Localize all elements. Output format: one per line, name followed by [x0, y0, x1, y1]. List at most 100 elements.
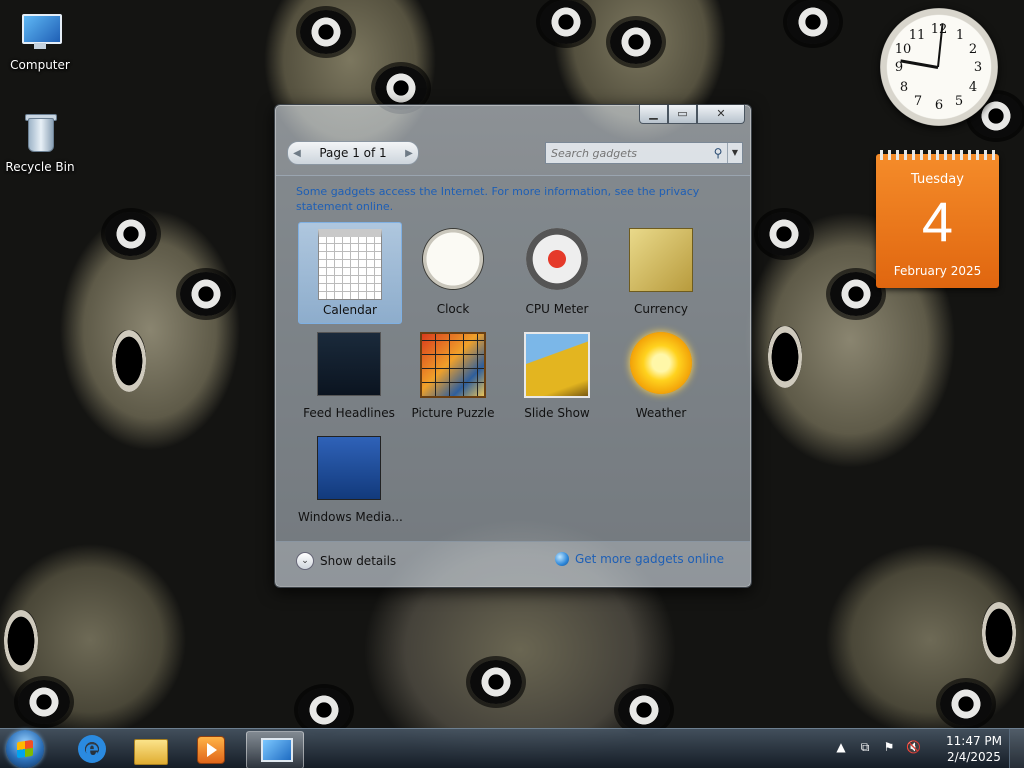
taskbar-clock[interactable]: 11:47 PM 2/4/2025 — [946, 733, 1002, 765]
gadget-calendar[interactable]: Calendar — [298, 222, 402, 324]
chevron-down-icon: ⌄ — [296, 552, 314, 570]
start-button[interactable] — [6, 730, 44, 768]
taskbar: e ▲ ⧉ ⚑ 🔇 11:47 PM 2/4/2025 — [0, 728, 1024, 768]
calendar-weekday: Tuesday — [911, 172, 964, 187]
gadget-label: Currency — [633, 302, 689, 316]
wallpaper-mouth — [4, 610, 38, 672]
clock-numeral: 5 — [954, 94, 964, 109]
wallpaper-eye — [180, 272, 232, 316]
gadget-windows-media-center[interactable]: Windows Media... — [298, 430, 403, 530]
wallpaper-eye — [758, 212, 810, 256]
taskbar-gadget-gallery[interactable] — [246, 731, 304, 768]
gadget-label: Windows Media... — [298, 510, 403, 524]
gadgets-icon — [261, 738, 293, 762]
calendar-icon — [318, 229, 382, 300]
picture-puzzle-icon — [420, 332, 486, 398]
gadget-label: Feed Headlines — [303, 406, 395, 420]
maximize-button[interactable]: ▭ — [668, 105, 697, 124]
gadget-label: Picture Puzzle — [411, 406, 495, 420]
wallpaper-mouth — [112, 330, 146, 392]
wallpaper-eye — [830, 272, 882, 316]
get-more-gadgets-link[interactable]: Get more gadgets online — [554, 552, 724, 566]
gadget-feed-headlines[interactable]: Feed Headlines — [298, 326, 400, 426]
gadget-label: Calendar — [323, 303, 377, 317]
action-center-flag-icon[interactable]: ⚑ — [882, 740, 896, 755]
computer-icon — [18, 10, 62, 54]
network-icon[interactable]: ⧉ — [858, 740, 872, 755]
minimize-button[interactable]: ▁ — [639, 105, 668, 124]
clock-numeral: 2 — [968, 42, 978, 57]
show-hidden-icons-icon[interactable]: ▲ — [834, 740, 848, 755]
clock-numeral: 12 — [930, 22, 948, 37]
desktop-icon-label: Recycle Bin — [5, 160, 75, 174]
gadget-clock[interactable]: Clock — [402, 222, 504, 322]
gadget-picture-puzzle[interactable]: Picture Puzzle — [402, 326, 504, 426]
clock-numeral: 6 — [934, 98, 944, 113]
currency-icon — [629, 228, 693, 292]
window-controls: ▁ ▭ ✕ — [639, 105, 745, 124]
search-dropdown-icon[interactable]: ▼ — [727, 143, 742, 163]
calendar-gadget[interactable]: Tuesday 4 February 2025 — [876, 150, 999, 288]
calendar-day: 4 — [921, 190, 954, 253]
folder-icon — [134, 739, 168, 765]
search-icon[interactable]: ⚲ — [709, 146, 727, 160]
clock-icon — [422, 228, 484, 290]
taskbar-internet-explorer[interactable]: e — [62, 731, 118, 767]
taskbar-file-explorer[interactable] — [122, 731, 178, 767]
clock-numeral: 8 — [899, 80, 909, 95]
gadget-gallery-window: ▁ ▭ ✕ ◀ Page 1 of 1 ▶ ⚲ ▼ Some gadgets a… — [274, 104, 752, 588]
wallpaper-eye — [470, 660, 522, 704]
clock-numeral: 1 — [955, 28, 965, 43]
wallpaper-eye — [298, 688, 350, 732]
gadget-list: Some gadgets access the Internet. For mo… — [276, 175, 750, 542]
taskbar-time: 11:47 PM — [946, 734, 1002, 748]
wallpaper-mouth — [982, 602, 1016, 664]
gadget-weather[interactable]: Weather — [610, 326, 712, 426]
page-label: Page 1 of 1 — [319, 146, 387, 160]
wallpaper-eye — [610, 20, 662, 64]
clock-gadget[interactable]: 12 1 2 3 4 5 6 7 8 9 10 11 — [880, 8, 998, 126]
page-navigator: ◀ Page 1 of 1 ▶ — [287, 141, 419, 165]
clock-numeral: 7 — [913, 94, 923, 109]
gadget-label: Clock — [436, 302, 470, 316]
gadget-cpu-meter[interactable]: CPU Meter — [506, 222, 608, 322]
privacy-notice-link[interactable]: Some gadgets access the Internet. For mo… — [296, 184, 726, 214]
taskbar-date: 2/4/2025 — [947, 750, 1001, 764]
next-page-icon[interactable]: ▶ — [400, 148, 418, 159]
wallpaper-eye — [105, 212, 157, 256]
wallpaper-eye — [300, 10, 352, 54]
close-button[interactable]: ✕ — [697, 105, 745, 124]
notification-area: ▲ ⧉ ⚑ 🔇 — [834, 740, 921, 755]
wallpaper-eye — [787, 0, 839, 44]
gadget-currency[interactable]: Currency — [610, 222, 712, 322]
taskbar-media-player[interactable] — [182, 731, 238, 767]
calendar-month-year: February 2025 — [893, 264, 982, 278]
wallpaper-eye — [940, 682, 992, 726]
desktop-icon-computer[interactable]: Computer — [2, 10, 78, 72]
wallpaper-eye — [540, 0, 592, 44]
previous-page-icon[interactable]: ◀ — [288, 148, 306, 159]
globe-icon — [554, 552, 569, 566]
feed-headlines-icon — [317, 332, 381, 396]
clock-numeral: 4 — [968, 80, 978, 95]
clock-numeral: 10 — [894, 42, 912, 57]
windows-media-center-icon — [317, 436, 381, 500]
desktop-icon-label: Computer — [10, 58, 70, 72]
recycle-bin-icon — [18, 112, 62, 156]
cpu-meter-icon — [526, 228, 588, 290]
gadget-label: CPU Meter — [525, 302, 589, 316]
show-details-label: Show details — [320, 554, 397, 568]
wallpaper-mouth — [768, 326, 802, 388]
wallpaper-eye — [618, 688, 670, 732]
weather-sun-icon — [630, 332, 692, 394]
show-desktop-button[interactable] — [1009, 729, 1024, 768]
internet-explorer-icon: e — [78, 735, 106, 763]
volume-muted-icon[interactable]: 🔇 — [906, 740, 921, 755]
search-input[interactable] — [546, 145, 709, 161]
calendar-rings — [880, 150, 995, 160]
gadget-slide-show[interactable]: Slide Show — [506, 326, 608, 426]
desktop-icon-recycle-bin[interactable]: Recycle Bin — [2, 112, 78, 174]
gadget-label: Slide Show — [524, 406, 590, 420]
gallery-footer: ⌄ Show details Get more gadgets online — [276, 541, 750, 586]
show-details-toggle[interactable]: ⌄ Show details — [296, 552, 396, 570]
